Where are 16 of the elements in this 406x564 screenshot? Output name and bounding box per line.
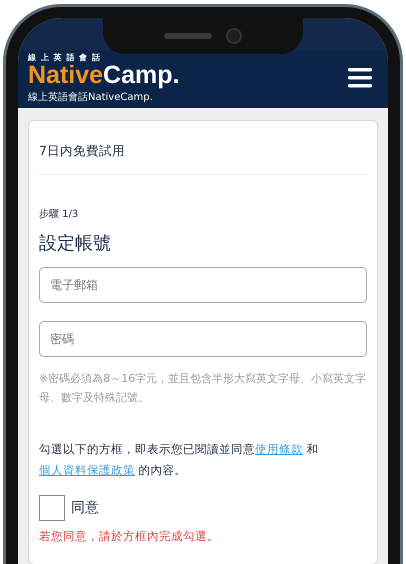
input-field[interactable]: 密碼: [39, 321, 367, 357]
speaker-grille: [164, 33, 212, 39]
step-indicator: 步驟 1/3: [39, 208, 80, 221]
input-field[interactable]: 電子郵箱: [39, 267, 367, 303]
agree-label[interactable]: 同意: [71, 499, 99, 517]
password-hint: ※密碼必須為8～16字元，並且包含半形大寫英文字母、小寫英文字母、數字及特殊記號。: [39, 371, 367, 406]
logo-tagline: 線 上 英 語 會 話: [28, 52, 102, 63]
error-message: 若您同意，請於方框內完成勾選。: [39, 529, 220, 544]
consent-text: 勾選以下的方框，即表示您已閱讀並同意使用條款 和 個人資料保護政策 的內容。: [39, 441, 320, 479]
camera-lens: [226, 28, 242, 44]
section-heading: 設定帳號: [39, 232, 112, 255]
card-title: 7日内免費試用: [39, 121, 367, 175]
logo[interactable]: NativeCamp.: [28, 63, 180, 88]
agree-checkbox[interactable]: [39, 495, 65, 521]
site-subtitle: 線上英語會話NativeCamp.: [28, 90, 154, 104]
menu-icon[interactable]: [348, 68, 372, 88]
